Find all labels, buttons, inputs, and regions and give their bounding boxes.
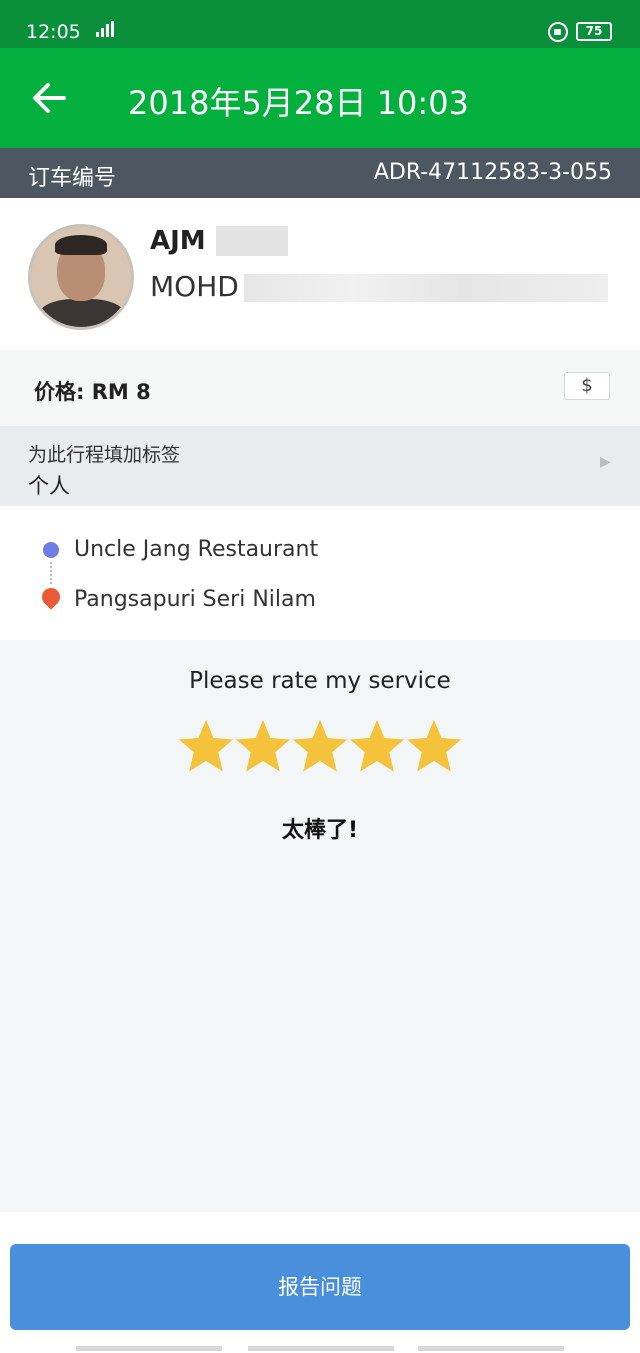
pickup-dot-icon — [43, 542, 59, 558]
rating-result: 太棒了! — [281, 818, 359, 843]
rating-prompt: Please rate my service — [189, 668, 451, 694]
back-arrow-icon — [33, 83, 66, 113]
status-bar: 12:05 75 — [0, 0, 640, 48]
lock-icon — [548, 22, 568, 42]
trip-tag-title: 为此行程填加标签 — [28, 444, 181, 466]
nav-hint-bar — [418, 1346, 564, 1351]
nav-hint-bar — [248, 1346, 394, 1351]
app-bar: 2018年5月28日 10:03 — [0, 48, 640, 148]
star-rating[interactable] — [176, 716, 466, 780]
route-section: Uncle Jang Restaurant Pangsapuri Seri Ni… — [0, 506, 640, 640]
driver-plate: MOHD — [150, 270, 239, 303]
dollar-icon: $ — [581, 375, 593, 396]
chevron-right-icon: ▶ — [600, 454, 611, 470]
page-title: 2018年5月28日 10:03 — [128, 84, 469, 122]
trip-tag-value: 个人 — [28, 474, 70, 498]
battery-icon: 75 — [576, 22, 612, 41]
redacted-plate — [244, 274, 608, 302]
driver-card: AJM MOHD — [0, 198, 640, 350]
route-connector — [50, 562, 52, 584]
back-button[interactable] — [28, 76, 72, 120]
star-icon[interactable] — [176, 716, 236, 776]
booking-label: 订车编号 — [28, 166, 117, 191]
payment-method-button[interactable]: $ — [564, 372, 610, 400]
footer: 报告问题 — [0, 1212, 640, 1353]
star-icon[interactable] — [233, 716, 293, 776]
pickup-location: Uncle Jang Restaurant — [74, 537, 319, 562]
dropoff-location: Pangsapuri Seri Nilam — [74, 587, 316, 612]
price-row: 价格: RM 8 $ — [0, 350, 640, 426]
trip-tag-row[interactable]: 为此行程填加标签 个人 ▶ — [0, 426, 640, 506]
nav-hint-bar — [76, 1346, 222, 1351]
dropoff-pin-icon — [38, 584, 64, 610]
star-icon[interactable] — [404, 716, 464, 776]
signal-icon — [96, 21, 118, 41]
driver-avatar[interactable] — [28, 224, 134, 330]
report-issue-button[interactable]: 报告问题 — [10, 1244, 630, 1330]
driver-name: AJM — [150, 226, 206, 256]
booking-id: ADR-47112583-3-055 — [373, 160, 612, 185]
price-label: 价格: RM 8 — [34, 380, 151, 404]
rating-section: Please rate my service 太棒了! — [0, 640, 640, 1212]
star-icon[interactable] — [347, 716, 407, 776]
status-time: 12:05 — [26, 21, 81, 43]
booking-bar: 订车编号 ADR-47112583-3-055 — [0, 148, 640, 198]
redacted-name — [216, 226, 288, 256]
star-icon[interactable] — [290, 716, 350, 776]
